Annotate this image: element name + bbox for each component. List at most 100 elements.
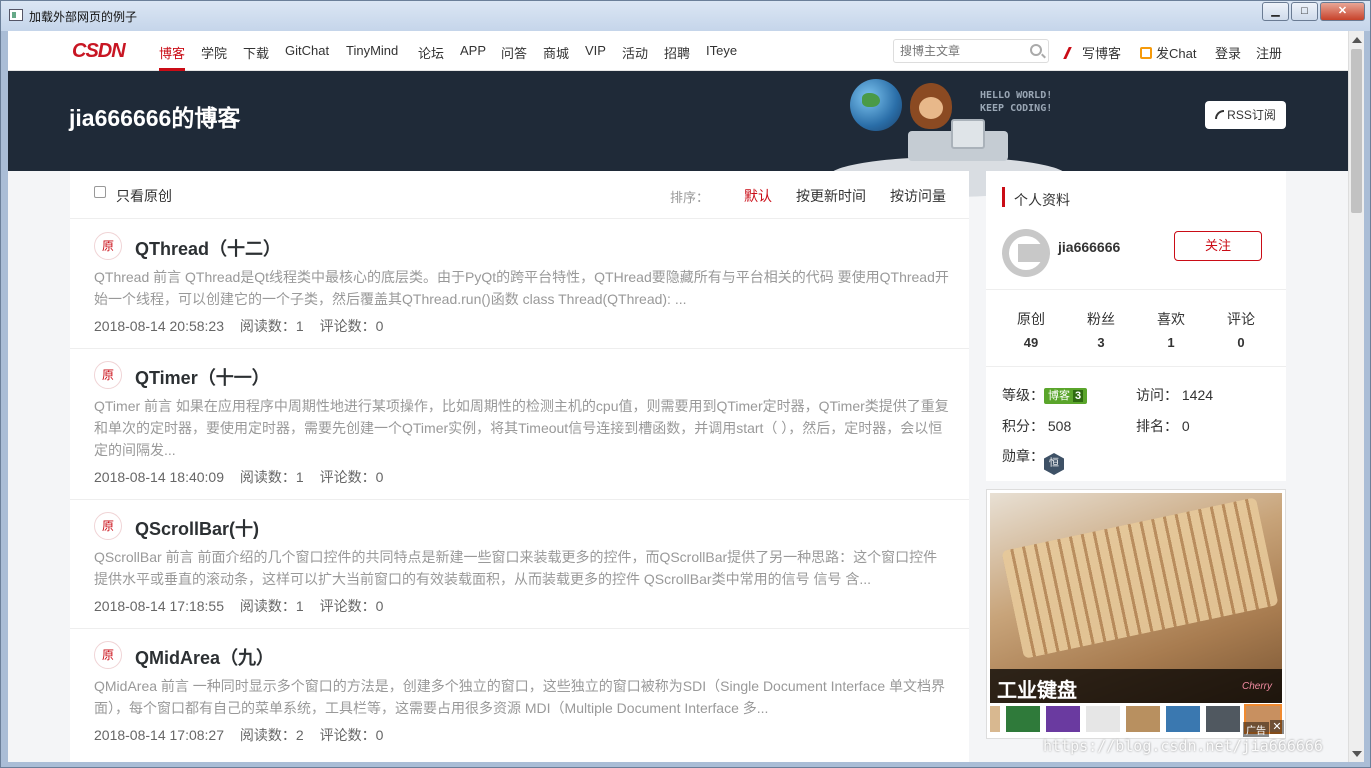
- stat-comments[interactable]: 评论 0: [1211, 309, 1271, 350]
- stat-likes[interactable]: 喜欢 1: [1141, 309, 1201, 350]
- original-badge: 原: [94, 232, 122, 260]
- article-summary[interactable]: QTimer 前言 如果在应用程序中周期性地进行某项操作，比如周期性的检测主机的…: [94, 395, 950, 461]
- article-read-count: 阅读数：1: [239, 598, 304, 614]
- scroll-down-arrow-icon[interactable]: [1352, 751, 1362, 757]
- rank-value: 0: [1181, 418, 1190, 434]
- title-bar: 加载外部网页的例子 ▁ □ ✕: [1, 1, 1370, 31]
- scroll-up-arrow-icon[interactable]: [1352, 37, 1362, 43]
- scrollbar-thumb[interactable]: [1351, 49, 1362, 213]
- article-read-count: 阅读数：1: [239, 469, 304, 485]
- login-link[interactable]: 登录: [1215, 43, 1241, 62]
- nav-item-app[interactable]: APP: [460, 43, 486, 58]
- sort-by-views[interactable]: 按访问量: [890, 186, 946, 206]
- nav-item-forum[interactable]: 论坛: [418, 43, 444, 62]
- level-row: 等级： 博客 3: [1002, 385, 1088, 405]
- search-input[interactable]: [900, 43, 1020, 59]
- search-box: [893, 39, 1049, 63]
- article-title[interactable]: QScrollBar(十): [135, 515, 259, 541]
- article-title[interactable]: QMidArea（九）: [135, 644, 274, 670]
- nav-item-mall[interactable]: 商城: [543, 43, 569, 62]
- rank-label: 排名：: [1136, 418, 1178, 434]
- original-only-label[interactable]: 只看原创: [116, 186, 172, 206]
- ad-thumbnail[interactable]: [990, 706, 1000, 732]
- article-date: 2018-08-14 18:40:09: [94, 469, 224, 485]
- medal-label: 勋章：: [1002, 448, 1044, 464]
- stat-label: 喜欢: [1157, 311, 1185, 327]
- medal-icon[interactable]: 恒: [1044, 453, 1064, 475]
- close-button[interactable]: ✕: [1320, 2, 1365, 21]
- level-label: 等级：: [1002, 387, 1044, 403]
- minimize-button[interactable]: ▁: [1262, 2, 1289, 21]
- top-nav: CSDN 博客 学院 下载 GitChat TinyMind 论坛 APP 问答…: [8, 31, 1348, 71]
- sort-by-update-time[interactable]: 按更新时间: [796, 186, 866, 206]
- profile-card: 个人资料 jia666666 关注 原创 49 粉丝 3 喜欢 1 评论 0 等…: [986, 171, 1286, 481]
- rank-row: 排名： 0: [1136, 416, 1190, 436]
- visits-value: 1424: [1181, 387, 1214, 403]
- stat-value: 0: [1237, 335, 1245, 350]
- nav-item-blog[interactable]: 博客: [159, 43, 185, 62]
- window-app-icon: [9, 9, 23, 21]
- article-comment-count: 评论数：0: [319, 598, 384, 614]
- follow-button[interactable]: 关注: [1174, 231, 1262, 261]
- vertical-scrollbar[interactable]: [1348, 31, 1364, 762]
- article-meta: 2018-08-14 17:08:27 阅读数：2 评论数：0: [94, 725, 395, 745]
- article-title[interactable]: QThread（十二）: [135, 235, 281, 261]
- post-chat-link[interactable]: 发Chat: [1140, 43, 1196, 62]
- ad-thumbnail[interactable]: [1006, 706, 1040, 732]
- nav-item-vip[interactable]: VIP: [585, 43, 606, 58]
- app-window: 加载外部网页的例子 ▁ □ ✕ CSDN 博客 学院 下载 GitChat Ti…: [0, 0, 1371, 768]
- window-title: 加载外部网页的例子: [29, 10, 138, 24]
- avatar[interactable]: [1002, 229, 1050, 277]
- article-date: 2018-08-14 17:18:55: [94, 598, 224, 614]
- ad-thumbnail[interactable]: [1046, 706, 1080, 732]
- nav-item-events[interactable]: 活动: [622, 43, 648, 62]
- search-icon[interactable]: [1030, 44, 1042, 56]
- nav-item-jobs[interactable]: 招聘: [664, 43, 690, 62]
- ad-thumbnails: [990, 704, 1282, 734]
- article-summary[interactable]: QMidArea 前言 一种同时显示多个窗口的方法是，创建多个独立的窗口，这些独…: [94, 675, 950, 719]
- original-badge: 原: [94, 512, 122, 540]
- register-link[interactable]: 注册: [1256, 43, 1282, 62]
- original-badge: 原: [94, 361, 122, 389]
- globe-illustration: [850, 79, 902, 131]
- ad-caption: 工业键盘: [997, 680, 1077, 702]
- ad-signature: Cherry: [1242, 681, 1273, 692]
- ad-thumbnail[interactable]: [1206, 706, 1240, 732]
- ad-banner[interactable]: 工业键盘 Cherry 广告 ✕: [986, 489, 1286, 739]
- points-label: 积分：: [1002, 418, 1044, 434]
- maximize-button[interactable]: □: [1291, 2, 1318, 21]
- article-title[interactable]: QTimer（十一）: [135, 364, 270, 390]
- article-date: 2018-08-14 17:08:27: [94, 727, 224, 743]
- nav-item-iteye[interactable]: ITeye: [706, 43, 737, 58]
- stat-fans[interactable]: 粉丝 3: [1071, 309, 1131, 350]
- nav-item-qa[interactable]: 问答: [501, 43, 527, 62]
- ad-thumbnail[interactable]: [1166, 706, 1200, 732]
- stat-original[interactable]: 原创 49: [1001, 309, 1061, 350]
- ad-thumbnail[interactable]: [1086, 706, 1120, 732]
- blog-title[interactable]: jia666666的博客: [69, 99, 240, 133]
- web-view: CSDN 博客 学院 下载 GitChat TinyMind 论坛 APP 问答…: [8, 31, 1364, 762]
- nav-item-academy[interactable]: 学院: [201, 43, 227, 62]
- write-blog-link[interactable]: 写博客: [1063, 43, 1121, 62]
- csdn-logo[interactable]: CSDN: [72, 40, 126, 63]
- points-value: 508: [1047, 418, 1072, 434]
- profile-name[interactable]: jia666666: [1058, 239, 1120, 255]
- ad-image[interactable]: 工业键盘 Cherry: [990, 493, 1282, 703]
- rss-subscribe-button[interactable]: RSS订阅: [1205, 101, 1286, 129]
- level-number: 3: [1073, 390, 1084, 402]
- ad-close-button[interactable]: ✕: [1270, 720, 1284, 734]
- article-summary[interactable]: QScrollBar 前言 前面介绍的几个窗口控件的共同特点是新建一些窗口来装载…: [94, 546, 950, 590]
- original-only-checkbox[interactable]: [94, 186, 106, 198]
- hello-line-1: HELLO WORLD!: [980, 90, 1053, 101]
- nav-item-gitchat[interactable]: GitChat: [285, 43, 329, 58]
- stat-label: 粉丝: [1087, 311, 1115, 327]
- divider: [986, 289, 1286, 290]
- nav-item-download[interactable]: 下载: [243, 43, 269, 62]
- ad-thumbnail[interactable]: [1126, 706, 1160, 732]
- level-badge[interactable]: 博客 3: [1044, 388, 1088, 404]
- article-summary[interactable]: QThread 前言 QThread是Qt线程类中最核心的底层类。由于PyQt的…: [94, 266, 950, 310]
- nav-item-tinymind[interactable]: TinyMind: [346, 43, 398, 58]
- chat-icon: [1140, 47, 1152, 59]
- hello-line-2: KEEP CODING!: [980, 103, 1053, 114]
- sort-default[interactable]: 默认: [744, 186, 772, 206]
